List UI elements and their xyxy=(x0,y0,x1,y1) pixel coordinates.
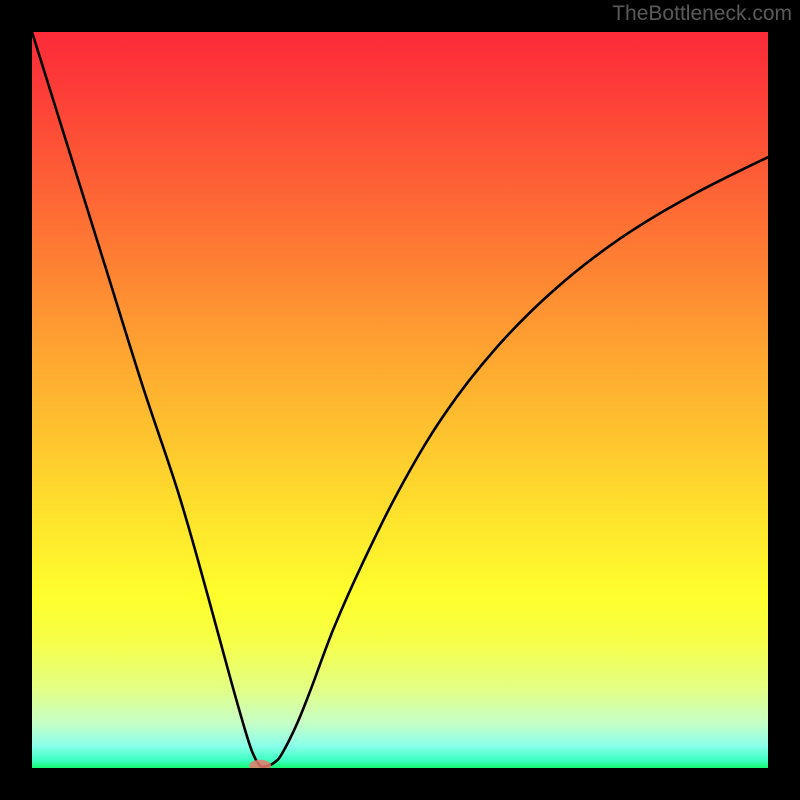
curve-layer xyxy=(32,32,768,768)
plot-area xyxy=(32,32,768,768)
watermark-text: TheBottleneck.com xyxy=(612,2,792,26)
chart-frame: TheBottleneck.com xyxy=(0,0,800,800)
minimum-marker xyxy=(249,760,271,768)
bottleneck-curve xyxy=(32,32,768,767)
